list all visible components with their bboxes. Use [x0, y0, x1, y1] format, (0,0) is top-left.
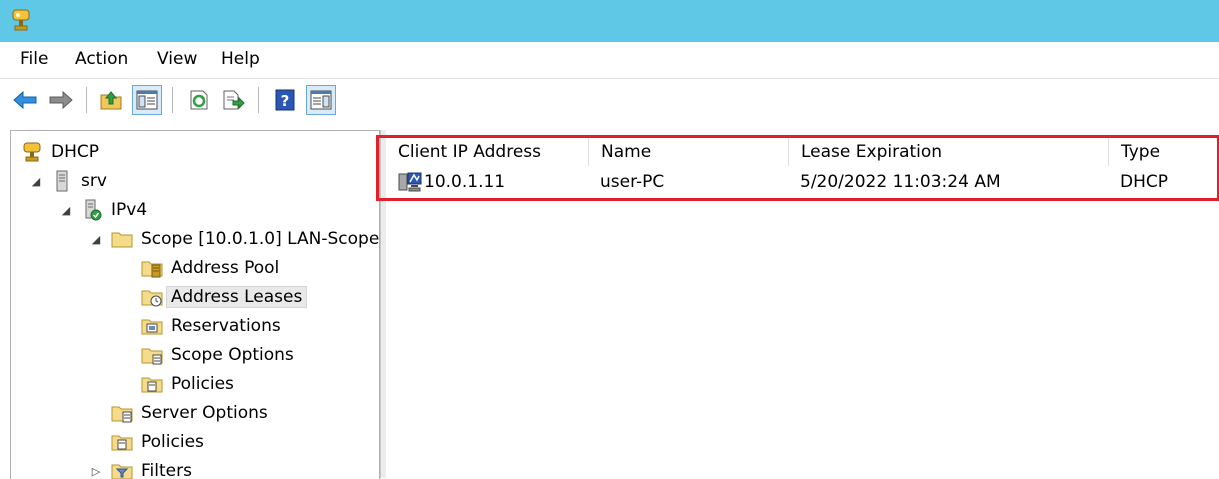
menu-action[interactable]: Action [75, 49, 128, 69]
tree-item-address-pool[interactable]: Address Pool [141, 255, 279, 281]
forward-arrow-icon [49, 90, 73, 110]
cell-lease-expiration: 5/20/2022 11:03:24 AM [800, 172, 1001, 192]
tree-item-policies[interactable]: Policies [111, 429, 204, 455]
tree-label: Scope Options [171, 345, 294, 365]
tree-label: Policies [141, 432, 204, 452]
tree-label: Server Options [141, 403, 268, 423]
refresh-button[interactable] [184, 85, 214, 115]
tree-item-scope[interactable]: ◢ Scope [10.0.1.0] LAN-Scope [89, 226, 379, 252]
tree-label: Scope [10.0.1.0] LAN-Scope [141, 229, 380, 249]
tree-item-address-leases[interactable]: Address Leases [141, 284, 308, 310]
scope-options-icon [141, 348, 163, 365]
reservations-icon [141, 319, 163, 335]
policies-icon [111, 435, 133, 451]
forward-button[interactable] [46, 85, 76, 115]
show-hide-console-tree-button[interactable] [132, 85, 162, 115]
collapse-triangle-icon[interactable]: ◢ [29, 175, 43, 188]
collapse-triangle-icon[interactable]: ◢ [89, 233, 103, 246]
toolbar-separator [258, 87, 259, 113]
export-list-icon [223, 90, 245, 110]
tree-label: srv [81, 171, 107, 191]
cell-name: user-PC [600, 172, 665, 192]
tree-label: Filters [141, 461, 192, 479]
up-folder-icon [100, 91, 122, 110]
tree-item-scope-options[interactable]: Scope Options [141, 342, 294, 368]
help-icon: ? [275, 89, 295, 111]
column-header-name[interactable]: Name [589, 138, 789, 166]
column-header-type[interactable]: Type [1109, 138, 1219, 166]
tree-item-dhcp[interactable]: DHCP [21, 139, 99, 165]
tree-item-srv[interactable]: ◢ srv [29, 168, 107, 194]
filters-icon [111, 464, 133, 479]
tree-label: IPv4 [111, 200, 148, 220]
collapse-triangle-icon[interactable]: ◢ [59, 204, 73, 217]
tree-item-server-options[interactable]: Server Options [111, 400, 268, 426]
menu-bar: File Action View Help [0, 42, 1219, 79]
tree-label: Address Pool [171, 258, 280, 278]
tree-label: DHCP [51, 142, 99, 162]
action-pane-icon [310, 90, 332, 110]
menu-file[interactable]: File [20, 49, 48, 69]
dhcp-app-icon [12, 9, 30, 31]
refresh-icon [190, 90, 208, 110]
address-pool-icon [141, 261, 163, 278]
server-icon [56, 170, 68, 192]
toolbar-separator [172, 87, 173, 113]
tree-item-ipv4[interactable]: ◢ IPv4 [59, 197, 147, 223]
client-computer-icon [398, 172, 422, 192]
svg-text:?: ? [281, 92, 290, 110]
column-header-lease-expiration[interactable]: Lease Expiration [789, 138, 1109, 166]
back-arrow-icon [13, 90, 37, 110]
server-options-icon [111, 406, 133, 423]
console-tree[interactable]: DHCP ◢ srv ◢ IPv4 ◢ Scope [10.0.1.0] LAN… [10, 130, 380, 479]
ipv4-server-icon [85, 199, 102, 221]
toolbar: ? [0, 79, 1219, 123]
show-hide-action-pane-button[interactable] [306, 85, 336, 115]
back-button[interactable] [10, 85, 40, 115]
dhcp-icon [23, 142, 41, 162]
column-header-client-ip[interactable]: Client IP Address [386, 138, 589, 166]
tree-item-reservations[interactable]: Reservations [141, 313, 281, 339]
tree-label: Reservations [171, 316, 281, 336]
tree-label: Address Leases [166, 286, 308, 308]
console-tree-icon [136, 90, 158, 110]
cell-client-ip: 10.0.1.11 [424, 172, 506, 192]
address-leases-icon [141, 290, 163, 307]
menu-help[interactable]: Help [221, 49, 260, 69]
menu-view[interactable]: View [157, 49, 197, 69]
cell-type: DHCP [1120, 172, 1168, 192]
help-button[interactable]: ? [270, 85, 300, 115]
folder-icon [111, 232, 133, 248]
tree-item-filters[interactable]: ▷ Filters [89, 458, 192, 479]
up-one-level-button[interactable] [96, 85, 126, 115]
list-header: Client IP Address Name Lease Expiration … [386, 138, 1219, 166]
table-row[interactable]: 10.0.1.11 user-PC 5/20/2022 11:03:24 AM … [386, 168, 1219, 196]
tree-label: Policies [171, 374, 234, 394]
title-bar [0, 0, 1219, 42]
policies-icon [141, 377, 163, 393]
export-list-button[interactable] [218, 85, 248, 115]
toolbar-separator [86, 87, 87, 113]
tree-item-scope-policies[interactable]: Policies [141, 371, 234, 397]
results-list[interactable]: Client IP Address Name Lease Expiration … [386, 130, 1219, 478]
expand-triangle-icon[interactable]: ▷ [89, 465, 103, 478]
